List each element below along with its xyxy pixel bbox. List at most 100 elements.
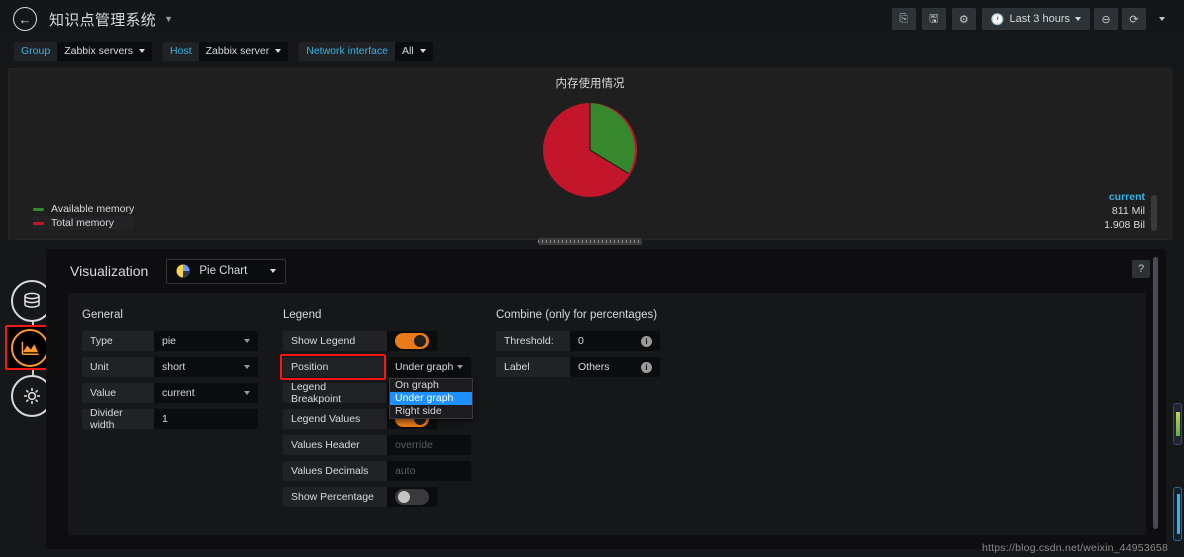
unit-value: short: [162, 361, 186, 373]
dropdown-option-on-graph[interactable]: On graph: [390, 379, 472, 392]
field-divider-width: Divider width 1: [82, 407, 262, 431]
field-unit: Unit short: [82, 357, 262, 377]
zoom-out-button[interactable]: ⊖: [1094, 8, 1118, 30]
legend-series-name: Available memory: [51, 203, 135, 215]
page-title: 知识点管理系统: [49, 11, 157, 29]
variable-dropdown-group[interactable]: Zabbix servers: [57, 41, 153, 61]
dashboard-settings-button[interactable]: ⚙: [951, 8, 976, 30]
clock-icon: 🕐: [990, 13, 1005, 26]
variable-value: All: [401, 45, 414, 57]
refresh-interval-button[interactable]: [1150, 8, 1174, 30]
combine-options-group: Combine (only for percentages) Threshold…: [496, 309, 706, 383]
chevron-down-icon: [275, 49, 282, 53]
legend-scrollbar[interactable]: [1151, 195, 1157, 231]
visualization-options-panel: Visualization Pie Chart ? General Type p…: [46, 249, 1166, 549]
dropdown-option-under-graph[interactable]: Under graph: [390, 392, 472, 405]
general-options-group: General Type pie Unit short Value curren…: [82, 309, 262, 435]
unit-select[interactable]: short: [154, 357, 258, 377]
time-range-label: Last 3 hours: [1009, 13, 1070, 25]
info-icon[interactable]: i: [641, 335, 652, 347]
gear-icon: ⚙: [958, 13, 969, 26]
field-values-decimals: Values Decimals auto: [283, 461, 483, 481]
combine-label-value: Others: [578, 361, 610, 373]
threshold-input[interactable]: 0 i: [570, 331, 660, 351]
grafana-dashboard-editor: ← 知识点管理系统 ▼ ⎘ 🖫 ⚙ 🕐 Last 3 hours ⊖ ⟳ Gro…: [0, 0, 1184, 557]
field-label: Legend Breakpoint: [283, 381, 387, 405]
legend-item[interactable]: Available memory: [33, 202, 134, 216]
chevron-down-icon: [270, 269, 277, 273]
field-position: Position Under graph On graph Under grap…: [280, 354, 483, 419]
variable-dropdown-host[interactable]: Zabbix server: [198, 41, 289, 61]
visualization-type-select[interactable]: Pie Chart: [166, 258, 287, 284]
legend-item[interactable]: Total memory: [33, 216, 135, 230]
edge-widget-meter[interactable]: [1173, 487, 1182, 541]
panel-resize-handle[interactable]: [538, 238, 642, 245]
variable-group: Group Zabbix servers: [14, 41, 153, 61]
combine-section-title: Combine (only for percentages): [496, 309, 658, 321]
field-label: Legend Values: [283, 409, 387, 429]
show-percentage-cell: [387, 487, 437, 507]
chevron-down-icon: [139, 49, 146, 53]
panel-legend: Available memory Total memory: [33, 202, 135, 230]
variable-label: Host: [163, 41, 199, 61]
variable-value: Zabbix server: [205, 45, 270, 57]
variable-dropdown-network-interface[interactable]: All: [394, 41, 433, 61]
pie-chart-svg: [543, 103, 637, 197]
show-legend-toggle[interactable]: [395, 333, 429, 349]
time-controls: 🕐 Last 3 hours ⊖ ⟳: [981, 8, 1174, 30]
save-disk-icon: 🖫: [929, 12, 939, 25]
type-select[interactable]: pie: [154, 331, 258, 351]
top-navbar: ← 知识点管理系统 ▼ ⎘ 🖫 ⚙ 🕐 Last 3 hours ⊖ ⟳: [0, 0, 1184, 38]
refresh-button[interactable]: ⟳: [1122, 8, 1146, 30]
variable-value: Zabbix servers: [64, 45, 134, 57]
template-variable-bar: Group Zabbix servers Host Zabbix server …: [0, 38, 1184, 64]
field-label: Type: [82, 331, 154, 351]
save-dashboard-button[interactable]: 🖫: [921, 8, 946, 30]
field-label: Threshold:: [496, 331, 570, 351]
options-scrollbar[interactable]: [1153, 257, 1158, 529]
field-label: Label: [496, 357, 570, 377]
sidebar-item-visualization[interactable]: [11, 329, 49, 367]
time-range-picker[interactable]: 🕐 Last 3 hours: [981, 8, 1090, 30]
help-button[interactable]: ?: [1132, 260, 1150, 278]
database-icon: [24, 292, 40, 308]
info-icon[interactable]: i: [641, 361, 652, 373]
legend-values-header[interactable]: current: [1104, 191, 1145, 205]
variable-host: Host Zabbix server: [163, 41, 289, 61]
panel-preview: 内存使用情况 Available memory Total memory cur…: [8, 68, 1172, 245]
values-decimals-input[interactable]: auto: [387, 461, 471, 481]
field-label: Show Percentage: [283, 487, 387, 507]
field-combine-label: Label Others i: [496, 357, 706, 377]
position-value: Under graph: [395, 361, 454, 373]
back-button[interactable]: ←: [13, 7, 37, 31]
show-percentage-toggle[interactable]: [395, 489, 429, 505]
legend-series-name: Total memory: [51, 217, 115, 229]
field-label: Value: [82, 383, 154, 403]
chevron-down-icon[interactable]: ▼: [164, 14, 173, 24]
field-show-percentage: Show Percentage: [283, 487, 483, 507]
gear-bug-icon: [24, 388, 40, 404]
chevron-down-icon: [1159, 17, 1165, 21]
field-label: Divider width: [82, 407, 154, 431]
share-dashboard-button[interactable]: ⎘: [891, 8, 916, 30]
legend-value: 811 Mil: [1111, 205, 1145, 217]
position-select[interactable]: Under graph: [387, 357, 471, 377]
value-select[interactable]: current: [154, 383, 258, 403]
combine-label-input[interactable]: Others i: [570, 357, 660, 377]
divider-width-input[interactable]: 1: [154, 409, 258, 429]
field-label: Values Decimals: [283, 461, 387, 481]
show-legend-cell: [387, 331, 437, 351]
field-threshold: Threshold: 0 i: [496, 331, 706, 351]
visualization-options-body: General Type pie Unit short Value curren…: [68, 293, 1146, 535]
divider-width-value: 1: [162, 413, 168, 425]
variable-label: Group: [14, 41, 58, 61]
chevron-down-icon: [244, 339, 250, 343]
edge-widget-battery[interactable]: [1173, 403, 1182, 445]
values-header-input[interactable]: override: [387, 435, 471, 455]
pie-chart-icon: [176, 264, 190, 278]
watermark-text: https://blog.csdn.net/weixin_44953658: [981, 542, 1168, 554]
share-icon: ⎘: [899, 12, 909, 25]
arrow-left-icon: ←: [18, 11, 32, 27]
legend-section-title: Legend: [283, 309, 322, 321]
dropdown-option-right-side[interactable]: Right side: [390, 405, 472, 418]
